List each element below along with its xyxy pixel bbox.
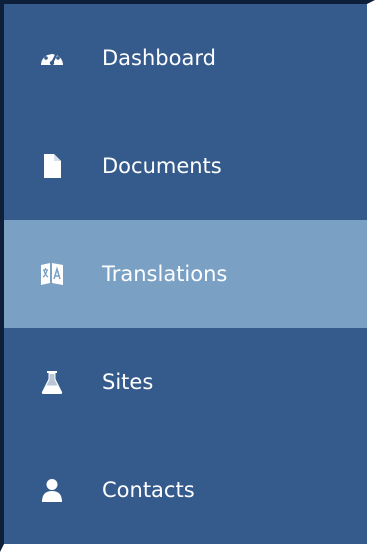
sidebar-item-label: Documents — [102, 154, 222, 178]
sidebar-item-contacts[interactable]: Contacts — [4, 436, 367, 544]
document-icon — [38, 152, 66, 180]
translation-icon — [38, 260, 66, 288]
dashboard-icon — [38, 44, 66, 72]
sidebar-item-label: Contacts — [102, 478, 195, 502]
sidebar-item-label: Translations — [102, 262, 228, 286]
sidebar-item-documents[interactable]: Documents — [4, 112, 367, 220]
sidebar-nav: Dashboard Documents Translations Sites C… — [0, 0, 375, 552]
flask-icon — [38, 368, 66, 396]
sidebar-item-dashboard[interactable]: Dashboard — [4, 4, 367, 112]
sidebar-item-sites[interactable]: Sites — [4, 328, 367, 436]
user-icon — [38, 476, 66, 504]
sidebar-item-translations[interactable]: Translations — [4, 220, 367, 328]
sidebar-item-label: Sites — [102, 370, 154, 394]
sidebar-item-label: Dashboard — [102, 46, 216, 70]
